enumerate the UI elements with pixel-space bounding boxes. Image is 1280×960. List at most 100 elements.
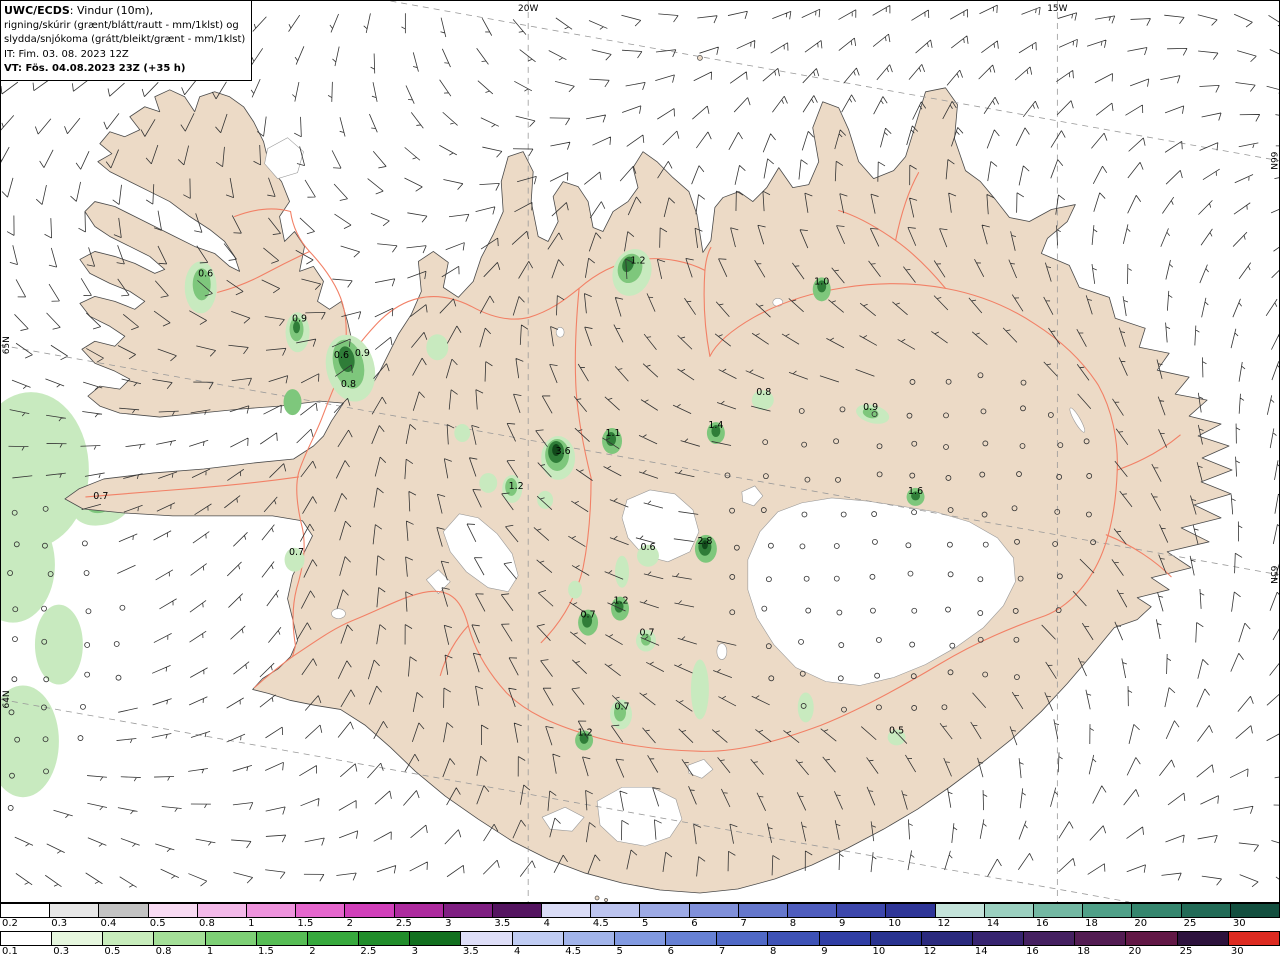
- sleet-segment: [640, 904, 690, 917]
- rain-colorbar: [0, 931, 1280, 946]
- meridian-label: 15W: [1047, 4, 1067, 14]
- rain-segment: [921, 932, 973, 945]
- sleet-segment: [296, 904, 346, 917]
- precip-value-label: 3.6: [556, 446, 571, 457]
- precip-value-label: 0.8: [341, 379, 356, 390]
- sleet-segment: [1033, 904, 1084, 917]
- precip-value-label: 1.2: [613, 596, 628, 607]
- sleet-tick-label: 0.5: [149, 918, 166, 929]
- rain-tick-label: 6: [667, 946, 675, 957]
- sleet-segment: [1230, 904, 1279, 917]
- sleet-tick-label: 3.5: [494, 918, 511, 929]
- rain-segment: [1, 932, 53, 945]
- rain-segment: [410, 932, 462, 945]
- precip-value-label: 0.7: [614, 701, 629, 712]
- rain-tick-label: 10: [872, 946, 886, 957]
- rain-tick-label: 8: [770, 946, 777, 957]
- legend-init-time: IT: Fim. 03. 08. 2023 12Z: [4, 48, 129, 60]
- ocean-precip-layer: [1, 392, 132, 798]
- sleet-segment: [886, 904, 936, 917]
- precip-value-label: 0.6: [334, 350, 349, 361]
- sleet-tick-label: 3: [445, 918, 452, 929]
- rain-segment: [52, 932, 104, 945]
- rain-segment: [666, 932, 718, 945]
- sleet-segment: [246, 904, 297, 917]
- model-name: UWC/ECDS: [4, 4, 70, 17]
- precip-value-label: 0.7: [93, 491, 108, 502]
- sleet-tick-label: 8: [789, 918, 797, 929]
- parallel-label: 65N: [1268, 566, 1278, 584]
- rain-segment: [614, 932, 667, 945]
- rain-segment: [768, 932, 820, 945]
- rain-tick-label: 18: [1077, 946, 1090, 957]
- rain-segment: [359, 932, 411, 945]
- sleet-segment: [1181, 904, 1231, 917]
- rain-segment: [563, 932, 615, 945]
- sleet-colorbar-labels: 0.2 0.3 0.4 0.5 0.8 1 1.5 2 2.5 3 3.5 4 4.5 5 6 7 8 9 10 12…: [0, 918, 1280, 931]
- precip-value-label: 1.6: [908, 486, 923, 497]
- sleet-tick-label: 25: [1183, 918, 1197, 929]
- precip-value-label: 1.2: [509, 481, 524, 492]
- rain-tick-label: 2.5: [360, 946, 377, 957]
- sleet-segment: [492, 904, 543, 917]
- rain-tick-label: 0.5: [104, 946, 121, 957]
- rain-segment: [256, 932, 308, 945]
- sleet-tick-label: 1.5: [297, 918, 314, 929]
- sleet-tick-label: 7: [740, 918, 747, 929]
- sleet-segment: [1, 904, 51, 917]
- rain-tick-label: 4.5: [565, 946, 582, 957]
- sleet-segment: [394, 904, 444, 917]
- sleet-tick-label: 12: [937, 918, 951, 929]
- precip-value-label: 1.2: [630, 255, 645, 266]
- sleet-tick-label: 30: [1232, 918, 1246, 929]
- rain-tick-label: 0.1: [2, 946, 18, 957]
- rain-segment: [870, 932, 922, 945]
- sleet-tick-label: 4.5: [592, 918, 609, 929]
- sleet-segment: [1083, 904, 1133, 917]
- sleet-segment: [99, 904, 149, 917]
- rain-tick-label: 30: [1230, 946, 1244, 957]
- precip-value-label: 1.4: [708, 420, 723, 431]
- sleet-tick-label: 2: [346, 918, 354, 929]
- rain-tick-label: 4: [514, 946, 521, 957]
- rain-segment: [461, 932, 513, 945]
- precip-value-label: 0.9: [355, 348, 370, 359]
- colorbar-panel: 0.2 0.3 0.4 0.5 0.8 1 1.5 2 2.5 3 3.5 4 4.5 5 6 7 8 9 10 12…: [0, 903, 1280, 960]
- rain-tick-label: 16: [1026, 946, 1039, 957]
- precip-value-label: 1.1: [606, 428, 621, 439]
- sleet-tick-label: 16: [1035, 918, 1049, 929]
- rain-tick-label: 20: [1128, 946, 1142, 957]
- precip-value-label: 2.8: [697, 536, 712, 547]
- rain-tick-label: 3: [411, 946, 418, 957]
- precip-value-label: 1.0: [814, 276, 829, 287]
- sleet-segment: [837, 904, 887, 917]
- sleet-segment: [591, 904, 641, 917]
- parallel-label: 64N: [2, 690, 12, 708]
- rain-segment: [512, 932, 564, 945]
- precip-value-label: 0.8: [756, 387, 771, 398]
- rain-segment: [1228, 932, 1279, 945]
- rain-tick-label: 2: [309, 946, 316, 957]
- sleet-segment: [542, 904, 592, 917]
- sleet-tick-label: 10: [888, 918, 901, 929]
- precip-value-label: 0.7: [581, 610, 596, 621]
- legend-rain-desc: rigning/skúrir (grænt/blátt/rautt - mm/1…: [4, 19, 239, 31]
- sleet-segment: [935, 904, 985, 917]
- sleet-tick-label: 2.5: [395, 918, 412, 929]
- sleet-segment: [689, 904, 739, 917]
- rain-segment: [1177, 932, 1229, 945]
- precip-value-label: 0.9: [863, 402, 878, 413]
- rain-segment: [205, 932, 257, 945]
- rain-segment: [972, 932, 1025, 945]
- rain-segment: [1024, 932, 1076, 945]
- weather-map-frame: 0.6 0.9 0.6 0.9 0.8 1.2 1.0 0.8 0.9 1.1 1.4 3.6 1.2 1…: [0, 0, 1280, 903]
- sleet-segment: [197, 904, 247, 917]
- rain-segment: [1126, 932, 1178, 945]
- iceland-map-canvas: 0.6 0.9 0.6 0.9 0.8 1.2 1.0 0.8 0.9 1.1 1.4 3.6 1.2 1…: [1, 1, 1279, 902]
- forecast-legend: UWC/ECDS: Vindur (10m), rigning/skúrir (…: [1, 1, 253, 81]
- sleet-tick-label: 1: [248, 918, 255, 929]
- precip-value-label: 0.9: [292, 313, 307, 324]
- sleet-segment: [148, 904, 198, 917]
- meridian-label: 20W: [518, 4, 538, 14]
- sleet-tick-label: 20: [1134, 918, 1148, 929]
